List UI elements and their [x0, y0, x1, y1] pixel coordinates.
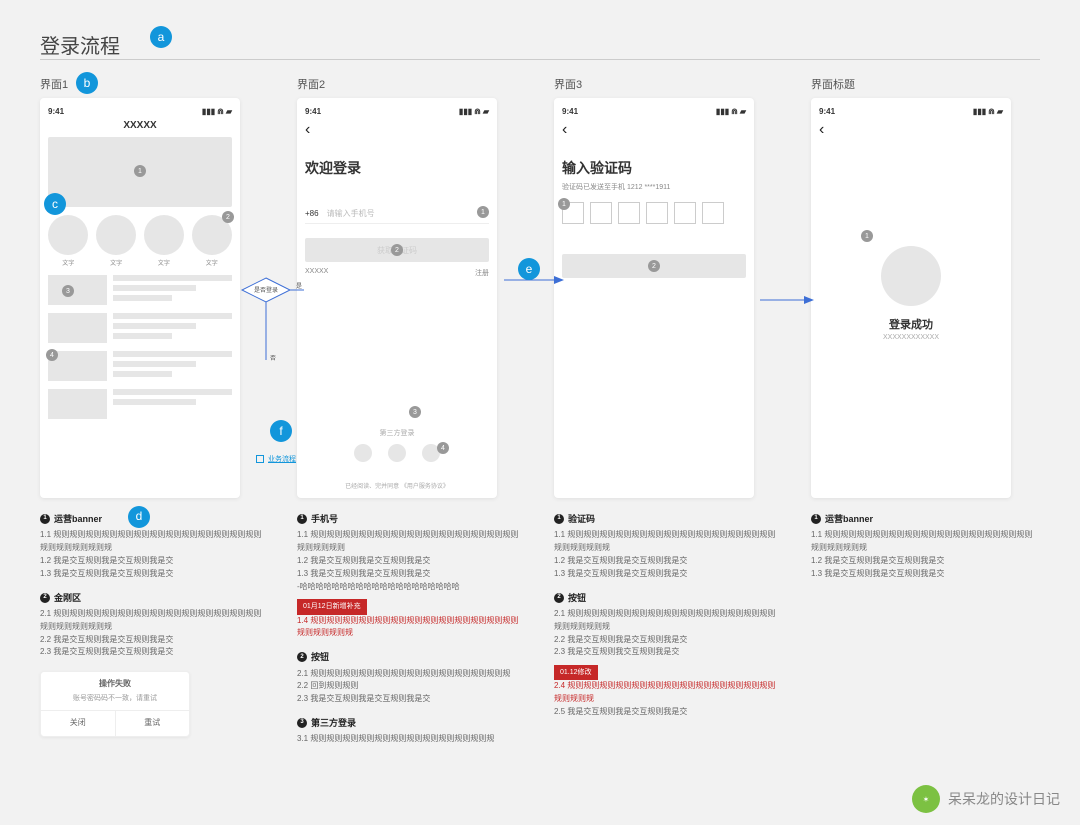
- col-4: 界面标题 9:41▮▮▮⋒▰ ‹ 1 登录成功 XXXXXXXXXXXX 1运营…: [811, 76, 1040, 746]
- login-title: 欢迎登录: [305, 158, 489, 178]
- battery-icon: ▰: [226, 107, 232, 116]
- badge-b: b: [76, 72, 98, 94]
- badge-f: f: [270, 420, 292, 442]
- columns: 界面1 b 9:41 ▮▮▮ ⋒ ▰ XXXXX 1 c: [40, 76, 1040, 746]
- success-avatar: [881, 246, 941, 306]
- anno-col4: 1运营banner 1.1 规则规则规则规则规则规则规则规则规则规则规则规则规则…: [811, 512, 1040, 581]
- phone-2: 9:41▮▮▮⋒▰ ‹ 欢迎登录 +86 请输入手机号 1 获取验证码 2 XX…: [297, 98, 497, 498]
- back-button[interactable]: ‹: [562, 122, 746, 138]
- footer-watermark: ✶ 呆呆龙的设计日记: [912, 785, 1060, 813]
- change-tag: 01.12修改: [554, 665, 598, 680]
- marker-1: 1: [134, 165, 146, 177]
- wifi-icon: ⋒: [474, 107, 481, 116]
- wifi-icon: ⋒: [217, 107, 224, 116]
- divider: [40, 59, 1040, 60]
- canvas: 登录流程 a 界面1 b 9:41 ▮▮▮ ⋒ ▰ XXXXX: [0, 0, 1080, 825]
- back-button[interactable]: ‹: [819, 122, 1003, 138]
- phone-3: 9:41▮▮▮⋒▰ ‹ 输入验证码 验证码已发送至手机 1212 ****191…: [554, 98, 754, 498]
- list-rows: 3 4: [48, 275, 232, 419]
- badge-c: c: [44, 193, 66, 215]
- signal-icon: ▮▮▮: [973, 107, 986, 116]
- marker-1: 1: [558, 198, 570, 210]
- marker-3: 3: [409, 406, 421, 418]
- error-dialog: 操作失败 账号密码码不一致，请重试 关闭 重试: [40, 671, 190, 737]
- flow-title: 登录流程: [40, 36, 120, 58]
- otp-inputs[interactable]: 1: [562, 202, 746, 224]
- col-3: 界面3 9:41▮▮▮⋒▰ ‹ 输入验证码 验证码已发送至手机 1212 ***…: [554, 76, 783, 746]
- grid-row: 文字 文字 文字 文字 2: [48, 215, 232, 267]
- marker-2: 2: [222, 211, 234, 223]
- screen3-label: 界面3: [554, 76, 783, 92]
- battery-icon: ▰: [997, 107, 1003, 116]
- screen4-label: 界面标题: [811, 76, 1040, 92]
- statusbar: 9:41 ▮▮▮ ⋒ ▰: [48, 104, 232, 118]
- status-time: 9:41: [48, 107, 64, 116]
- agreement: 已经阅读、完并同意 《用户服务协议》: [297, 481, 497, 490]
- phone-1: 9:41 ▮▮▮ ⋒ ▰ XXXXX 1 c 文字 文字 文字: [40, 98, 240, 498]
- phone-input[interactable]: 请输入手机号: [327, 208, 375, 219]
- signal-icon: ▮▮▮: [716, 107, 729, 116]
- wechat-icon: ✶: [912, 785, 940, 813]
- screen2-label: 界面2: [297, 76, 526, 92]
- battery-icon: ▰: [483, 107, 489, 116]
- battery-icon: ▰: [740, 107, 746, 116]
- marker-1: 1: [477, 206, 489, 218]
- screen1-label: 界面1: [40, 76, 269, 92]
- anno-col3: 1验证码 1.1 规则规则规则规则规则规则规则规则规则规则规则规则规则规则规则规…: [554, 512, 783, 719]
- badge-a: a: [150, 26, 172, 48]
- otp-title: 输入验证码: [562, 158, 746, 178]
- dialog-retry[interactable]: 重试: [115, 711, 190, 736]
- register-link[interactable]: 注册: [475, 268, 489, 278]
- otp-sub: 验证码已发送至手机 1212 ****1911: [562, 182, 746, 192]
- col-1: 界面1 b 9:41 ▮▮▮ ⋒ ▰ XXXXX 1 c: [40, 76, 269, 746]
- badge-d: d: [128, 506, 150, 528]
- marker-2: 2: [648, 260, 660, 272]
- nav-title: XXXXX: [48, 120, 232, 131]
- signal-icon: ▮▮▮: [202, 107, 215, 116]
- dialog-close[interactable]: 关闭: [41, 711, 115, 736]
- flow-link[interactable]: 业务流程: [256, 454, 296, 464]
- badge-e: e: [518, 258, 540, 280]
- signal-icon: ▮▮▮: [459, 107, 472, 116]
- success-center: 1 登录成功 XXXXXXXXXXXX: [819, 138, 1003, 448]
- status-icons: ▮▮▮ ⋒ ▰: [202, 107, 232, 116]
- link-icon: [256, 455, 264, 463]
- marker-2: 2: [391, 244, 403, 256]
- back-button[interactable]: ‹: [305, 122, 489, 138]
- marker-1: 1: [861, 230, 873, 242]
- anno-col1: d 1运营banner 1.1 规则规则规则规则规则规则规则规则规则规则规则规则…: [40, 512, 269, 737]
- change-tag: 01月12日新增补充: [297, 599, 367, 614]
- third-party-row: [297, 444, 497, 462]
- col-2: 界面2 9:41▮▮▮⋒▰ ‹ 欢迎登录 +86 请输入手机号 1 获取验证码 …: [297, 76, 526, 746]
- wifi-icon: ⋒: [988, 107, 995, 116]
- anno-col2: 1手机号 1.1 规则规则规则规则规则规则规则规则规则规则规则规则规则规则规则规…: [297, 512, 526, 746]
- wifi-icon: ⋒: [731, 107, 738, 116]
- phone-4: 9:41▮▮▮⋒▰ ‹ 1 登录成功 XXXXXXXXXXXX: [811, 98, 1011, 498]
- marker-4: 4: [437, 442, 449, 454]
